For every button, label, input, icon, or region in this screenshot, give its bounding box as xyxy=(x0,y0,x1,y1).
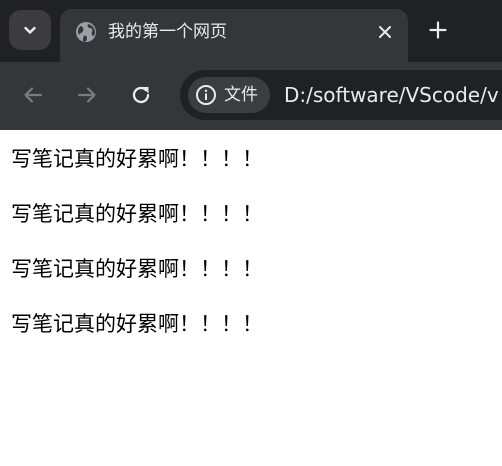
paragraph: 写笔记真的好累啊！！！！ xyxy=(11,312,263,336)
browser-toolbar: 文件 D:/software/VScode/v xyxy=(0,62,502,130)
globe-icon xyxy=(76,22,96,42)
reload-button[interactable] xyxy=(124,78,158,112)
plus-icon xyxy=(429,21,447,39)
url-text[interactable]: D:/software/VScode/v xyxy=(284,81,499,109)
tab-search-button[interactable] xyxy=(9,10,51,50)
back-button[interactable] xyxy=(16,78,50,112)
site-info-label: 文件 xyxy=(224,85,258,105)
paragraph: 写笔记真的好累啊！！！！ xyxy=(11,257,263,281)
active-tab[interactable]: 我的第一个网页 xyxy=(60,9,408,62)
new-tab-button[interactable] xyxy=(423,14,453,46)
close-icon xyxy=(379,26,391,38)
browser-window: 我的第一个网页 文件 D:/software/VScode/v 写笔记真的好累啊… xyxy=(0,0,502,466)
site-info-chip[interactable]: 文件 xyxy=(188,77,270,113)
arrow-left-icon xyxy=(24,87,43,103)
chevron-down-icon xyxy=(24,26,36,34)
forward-button[interactable] xyxy=(70,78,104,112)
info-icon xyxy=(196,85,216,105)
reload-icon xyxy=(132,86,150,104)
arrow-right-icon xyxy=(77,87,96,103)
tab-strip: 我的第一个网页 xyxy=(0,0,502,62)
tab-title: 我的第一个网页 xyxy=(108,22,227,42)
paragraph: 写笔记真的好累啊！！！！ xyxy=(11,147,263,171)
tab-close-button[interactable] xyxy=(372,19,398,45)
page-viewport: 写笔记真的好累啊！！！！ 写笔记真的好累啊！！！！ 写笔记真的好累啊！！！！ 写… xyxy=(0,130,502,466)
paragraph: 写笔记真的好累啊！！！！ xyxy=(11,202,263,226)
address-bar[interactable]: 文件 D:/software/VScode/v xyxy=(180,70,502,120)
